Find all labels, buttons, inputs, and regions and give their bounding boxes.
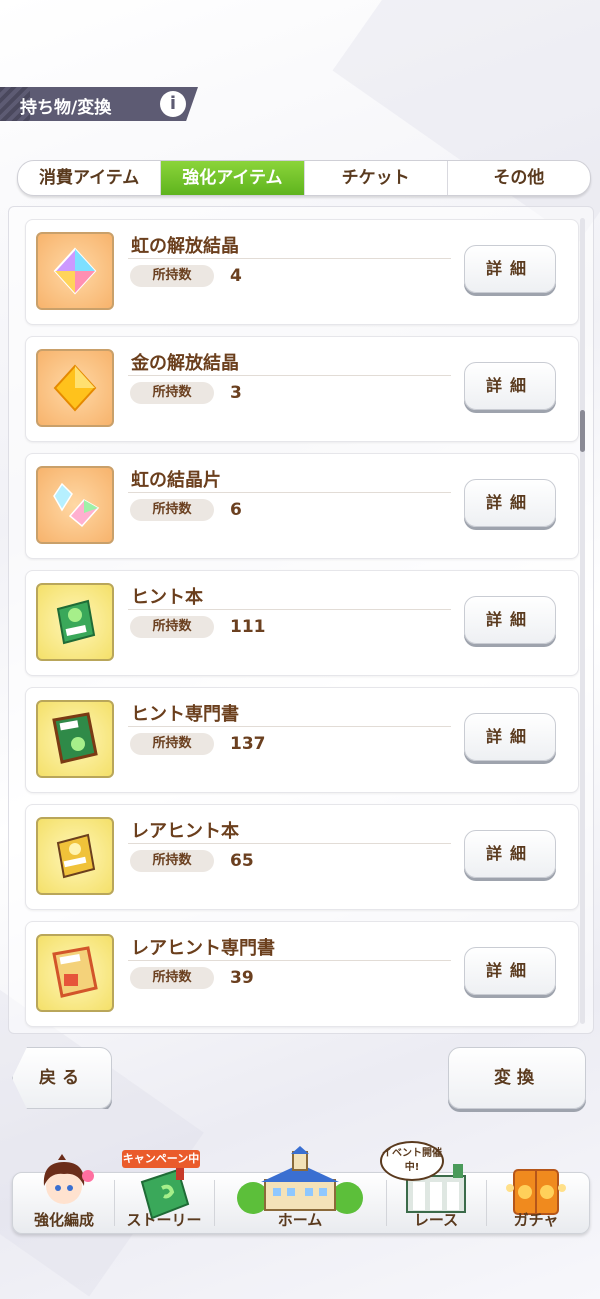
item-name: ヒント専門書: [131, 704, 239, 725]
hint-book-icon: [36, 583, 114, 661]
tab-tickets[interactable]: チケット: [305, 161, 448, 195]
info-icon[interactable]: i: [160, 91, 186, 117]
back-button[interactable]: 戻る: [12, 1047, 112, 1109]
count-label: 所持数: [130, 382, 214, 404]
list-item: 金の解放結晶 所持数 3 詳細: [25, 336, 579, 442]
item-name: 虹の結晶片: [131, 470, 221, 491]
item-name: レアヒント本: [131, 821, 239, 842]
count-value: 4: [230, 266, 242, 286]
nav-label: レース: [413, 1211, 459, 1229]
rare-hint-expert-book-icon: [36, 934, 114, 1012]
count-label: 所持数: [130, 850, 214, 872]
character-icon: [43, 1154, 94, 1204]
detail-button[interactable]: 詳細: [464, 362, 556, 410]
divider: [128, 843, 451, 844]
detail-button[interactable]: 詳細: [464, 713, 556, 761]
scrollbar-track[interactable]: [580, 218, 585, 1024]
count-value: 39: [230, 968, 254, 988]
tab-others[interactable]: その他: [448, 161, 590, 195]
count-label: 所持数: [130, 733, 214, 755]
detail-button[interactable]: 詳細: [464, 479, 556, 527]
count-label: 所持数: [130, 967, 214, 989]
campaign-badge: キャンペーン中: [122, 1150, 200, 1168]
rainbow-crystal-icon: [36, 232, 114, 310]
category-tabs: 消費アイテム 強化アイテム チケット その他: [17, 160, 591, 196]
count-value: 111: [230, 617, 266, 637]
nav-label: ガチャ: [513, 1211, 559, 1229]
nav-item-enhance-team[interactable]: 強化編成: [14, 1140, 114, 1232]
divider: [128, 375, 451, 376]
nav-item-home[interactable]: ホーム: [214, 1140, 386, 1232]
detail-button[interactable]: 詳細: [464, 947, 556, 995]
detail-button[interactable]: 詳細: [464, 245, 556, 293]
divider: [128, 609, 451, 610]
divider: [128, 492, 451, 493]
hint-expert-book-icon: [36, 700, 114, 778]
convert-button[interactable]: 変換: [448, 1047, 586, 1109]
gold-crystal-icon: [36, 349, 114, 427]
nav-label: ホーム: [277, 1211, 323, 1229]
item-name: レアヒント専門書: [131, 938, 275, 959]
count-label: 所持数: [130, 499, 214, 521]
count-value: 6: [230, 500, 242, 520]
list-item: 虹の結晶片 所持数 6 詳細: [25, 453, 579, 559]
count-value: 137: [230, 734, 266, 754]
count-label: 所持数: [130, 265, 214, 287]
divider: [128, 960, 451, 961]
list-item: ヒント本 所持数 111 詳細: [25, 570, 579, 676]
list-item: 虹の解放結晶 所持数 4 詳細: [25, 219, 579, 325]
detail-button[interactable]: 詳細: [464, 596, 556, 644]
page-header: 持ち物/変換 i: [0, 87, 198, 121]
tab-enhancement-items[interactable]: 強化アイテム: [161, 161, 305, 195]
scrollbar-thumb[interactable]: [580, 410, 585, 452]
count-label: 所持数: [130, 616, 214, 638]
item-name: ヒント本: [131, 587, 203, 608]
list-item: レアヒント本 所持数 65 詳細: [25, 804, 579, 910]
item-name: 虹の解放結晶: [131, 236, 239, 257]
nav-label: ストーリー: [126, 1211, 202, 1229]
rare-hint-book-icon: [36, 817, 114, 895]
nav-label: 強化編成: [33, 1211, 94, 1229]
nav-item-gacha[interactable]: ガチャ: [486, 1140, 586, 1232]
list-item: ヒント専門書 所持数 137 詳細: [25, 687, 579, 793]
detail-button[interactable]: 詳細: [464, 830, 556, 878]
item-name: 金の解放結晶: [131, 353, 239, 374]
list-item: レアヒント専門書 所持数 39 詳細: [25, 921, 579, 1027]
divider: [128, 258, 451, 259]
count-value: 3: [230, 383, 242, 403]
count-value: 65: [230, 851, 254, 871]
divider: [128, 726, 451, 727]
tab-consumables[interactable]: 消費アイテム: [18, 161, 162, 195]
rainbow-shard-icon: [36, 466, 114, 544]
page-title: 持ち物/変換: [20, 98, 112, 118]
event-badge: イベント開催中!: [380, 1141, 444, 1181]
